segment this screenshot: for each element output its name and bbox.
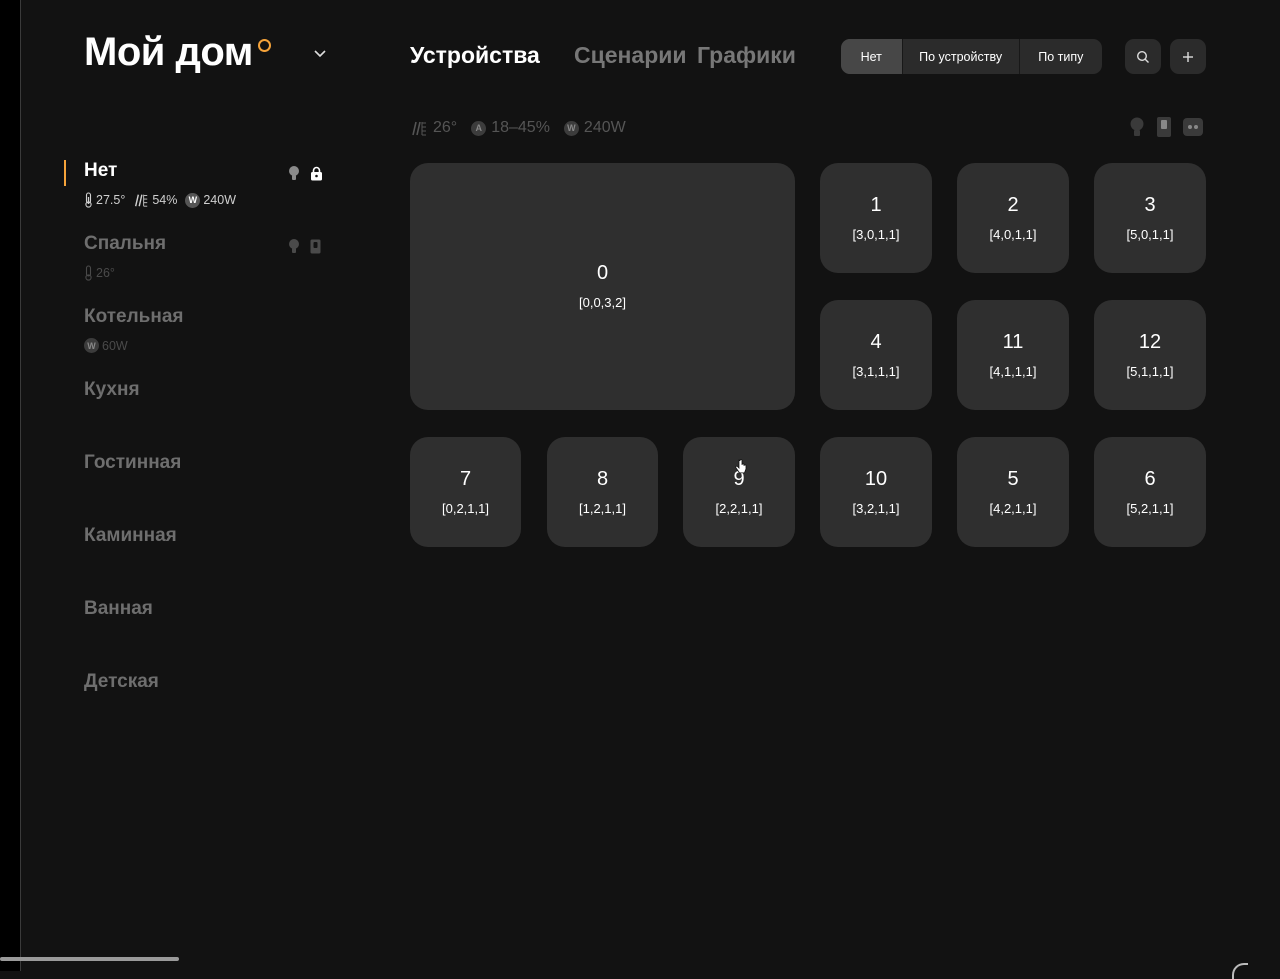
tile-label: 10 [864, 467, 888, 490]
device-tile[interactable]: 7 [0,2,1,1] [410, 437, 521, 547]
tile-coords: [5,2,1,1] [1126, 500, 1174, 516]
tile-coords: [3,1,1,1] [852, 363, 900, 379]
power-badge: W [84, 338, 99, 353]
room-item-kitchen[interactable]: Кухня [64, 379, 334, 439]
device-type-filters [1128, 116, 1204, 138]
grouping-segmented-control: Нет По устройству По типу [841, 39, 1102, 74]
tile-label: 4 [870, 330, 882, 353]
tile-coords: [0,0,3,2] [579, 295, 626, 310]
tile-coords: [1,2,1,1] [579, 500, 626, 516]
group-by-type-button[interactable]: По типу [1018, 39, 1102, 74]
plus-icon [1183, 51, 1193, 62]
tab-devices[interactable]: Устройства [410, 42, 540, 69]
room-item-bedroom[interactable]: Спальня 26° [64, 233, 334, 293]
tile-coords: [4,2,1,1] [989, 500, 1037, 516]
chevron-down-icon[interactable] [312, 48, 328, 60]
power-badge: W [563, 120, 579, 136]
room-name: Гостинная [84, 452, 182, 473]
room-name: Каминная [84, 525, 177, 546]
device-tile[interactable]: 4 [3,1,1,1] [820, 300, 932, 410]
tile-label: 5 [1007, 467, 1019, 490]
room-humidity: 54% [152, 193, 178, 207]
tile-label: 1 [870, 193, 882, 216]
group-none-button[interactable]: Нет [841, 39, 902, 74]
tile-coords: [4,1,1,1] [989, 363, 1037, 379]
humidity-icon [135, 194, 148, 207]
thermometer-icon [85, 265, 92, 281]
room-item-kids[interactable]: Детская [64, 671, 334, 731]
tile-label: 7 [459, 467, 472, 490]
thermometer-icon [85, 192, 92, 208]
socket-icon[interactable] [1182, 117, 1204, 137]
room-item-boiler[interactable]: Котельная W 60W [64, 306, 334, 366]
power-badge: W [185, 192, 201, 208]
window-left-edge [0, 0, 21, 971]
room-item-fireplace[interactable]: Каминная [64, 525, 334, 585]
tile-coords: [3,0,1,1] [852, 226, 900, 242]
room-name: Ванная [84, 598, 153, 619]
switch-icon[interactable] [1156, 116, 1172, 138]
tile-coords: [5,1,1,1] [1126, 363, 1174, 379]
horizontal-scrollbar[interactable] [0, 957, 179, 961]
tile-label: 3 [1144, 193, 1156, 216]
hand-cursor-icon [735, 459, 747, 474]
tile-label: 0 [596, 262, 609, 284]
device-tile[interactable]: 3 [5,0,1,1] [1094, 163, 1206, 273]
device-tile[interactable]: 1 [3,0,1,1] [820, 163, 932, 273]
device-tile[interactable]: 0 [0,0,3,2] [410, 163, 795, 410]
summary-air: 18–45% [491, 119, 550, 136]
room-power: 240W [203, 193, 237, 207]
home-status-dot [258, 39, 271, 52]
tile-coords: [5,0,1,1] [1126, 226, 1174, 242]
tile-coords: [4,0,1,1] [989, 226, 1037, 242]
device-tile[interactable]: 2 [4,0,1,1] [957, 163, 1069, 273]
bulb-icon [289, 239, 299, 253]
tile-label: 2 [1007, 193, 1019, 216]
room-temp: 26° [96, 266, 115, 280]
summary-humidity: 26° [433, 119, 458, 136]
device-tile[interactable]: 10 [3,2,1,1] [820, 437, 932, 547]
home-title: Мой дом [84, 30, 253, 74]
switch-icon [310, 239, 321, 253]
lock-icon [311, 166, 322, 180]
group-by-device-button[interactable]: По устройству [901, 39, 1019, 74]
bulb-icon[interactable] [1128, 116, 1146, 138]
corner-artifact [1232, 963, 1248, 979]
home-summary: 26° A 18–45% W 240W [410, 116, 626, 140]
tile-label: 11 [1002, 330, 1024, 353]
tile-label: 12 [1138, 330, 1162, 353]
summary-power: 240W [583, 119, 626, 136]
room-item-none[interactable]: Нет 27.5° 54% W 240W [64, 160, 334, 220]
device-tile[interactable]: 12 [5,1,1,1] [1094, 300, 1206, 410]
room-temp: 27.5° [96, 193, 126, 207]
device-tile[interactable]: 8 [1,2,1,1] [547, 437, 658, 547]
room-item-living[interactable]: Гостинная [64, 452, 334, 512]
tile-coords: [3,2,1,1] [852, 500, 900, 516]
device-tile[interactable]: 9 [2,2,1,1] [683, 437, 795, 547]
tile-coords: [2,2,1,1] [715, 500, 763, 516]
tile-label: 6 [1144, 467, 1156, 490]
add-button[interactable] [1170, 39, 1206, 74]
tile-label: 8 [596, 467, 609, 490]
tab-scenarios[interactable]: Сценарии [574, 42, 687, 69]
bulb-icon [289, 166, 299, 180]
tab-charts[interactable]: Графики [697, 42, 796, 69]
search-button[interactable] [1125, 39, 1161, 74]
room-item-bathroom[interactable]: Ванная [64, 598, 334, 658]
room-power: 60W [102, 338, 128, 353]
device-tile[interactable]: 11 [4,1,1,1] [957, 300, 1069, 410]
room-name: Кухня [84, 379, 140, 400]
device-tile[interactable]: 5 [4,2,1,1] [957, 437, 1069, 547]
room-name: Детская [84, 671, 159, 692]
room-name: Спальня [84, 233, 167, 254]
humidity-icon [412, 121, 426, 136]
room-name: Котельная [84, 306, 184, 327]
device-tile[interactable]: 6 [5,2,1,1] [1094, 437, 1206, 547]
tile-coords: [0,2,1,1] [442, 500, 489, 516]
air-badge: A [471, 120, 487, 136]
room-name: Нет [84, 160, 118, 181]
search-icon [1136, 50, 1149, 63]
